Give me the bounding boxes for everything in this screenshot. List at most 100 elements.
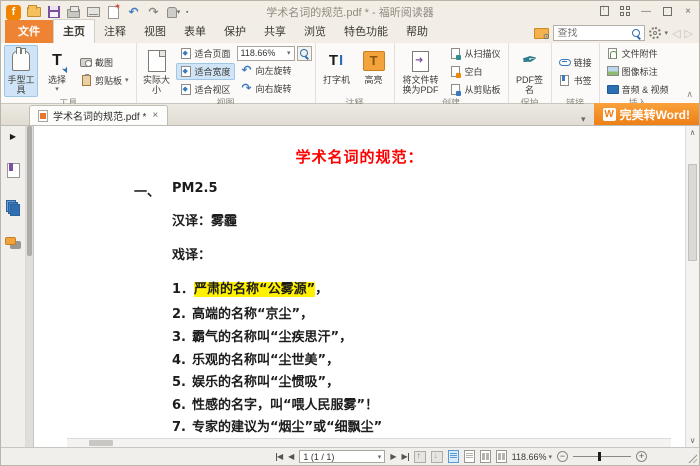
foxit-logo-icon[interactable]: f [6,5,21,20]
doc-list-item-3: 3.霸气的名称叫“尘疾思汗”， [172,326,352,345]
facing-layout-button[interactable] [480,450,491,463]
tab-features[interactable]: 特色功能 [335,20,397,43]
tab-share[interactable]: 共享 [255,20,295,43]
bookmarks-panel-icon[interactable] [7,163,20,178]
tab-file[interactable]: 文件 [5,20,53,43]
blank-pdf-button[interactable]: 空白 [446,63,505,80]
zoom-slider[interactable] [573,456,631,457]
typewriter-button[interactable]: TI 打字机 [319,45,355,97]
convert-to-word-button[interactable]: W 完美转Word! [594,103,699,125]
continuous-facing-layout-button[interactable] [496,450,507,463]
gear-icon[interactable] [649,27,661,39]
select-dropdown-caret: ▾ [55,85,59,95]
resize-grip[interactable] [687,453,697,463]
fit-visible-button[interactable]: 适合视区 [176,81,235,98]
next-view-button[interactable] [431,451,443,463]
select-tool-button[interactable]: T 选择 ▾ [40,45,74,97]
history-forward-icon[interactable]: ▷ [685,27,693,40]
create-pdf-button[interactable] [106,5,121,20]
continuous-layout-button[interactable] [464,450,475,463]
audio-video-button[interactable]: 音频 & 视频 [603,81,673,98]
gear-dropdown-caret[interactable]: ▾ [665,29,669,37]
tab-view[interactable]: 视图 [135,20,175,43]
customize-toolbar-button[interactable]: ▪ [186,9,188,16]
collapse-ribbon-button[interactable]: ∧ [686,89,693,100]
hand-tool-quick-button[interactable]: ▾ [166,5,181,20]
bookmark-button[interactable]: 书签 [555,72,596,89]
document-tab[interactable]: 学术名词的规范.pdf * × [29,105,168,125]
zoom-in-button[interactable]: + [636,451,647,462]
close-button[interactable]: × [681,4,695,18]
maximize-button[interactable] [660,4,674,18]
horizontal-scrollbar[interactable] [67,438,671,447]
tab-form[interactable]: 表单 [175,20,215,43]
convert-to-pdf-button[interactable]: 将文件转换为PDF [398,45,444,97]
fit-page-button[interactable]: 适合页面 [176,45,235,62]
previous-page-button[interactable]: ◀ [288,452,294,461]
actual-size-button[interactable]: 实际大小 [140,45,174,97]
zoom-level-dropdown[interactable]: 118.66% ▾ [237,46,295,61]
document-view[interactable]: 学术名词的规范： 一、 PM2.5 汉译：雾霾 戏译： 1．严肃的名称“公雾源”… [34,126,685,447]
search-input[interactable] [558,28,631,39]
from-scanner-button[interactable]: 从扫描仪 [446,45,505,62]
splitter-thumb[interactable] [27,126,32,256]
tab-comment[interactable]: 注释 [95,20,135,43]
doc-list-item-5: 5.娱乐的名称叫“尘惯吸”， [172,371,339,390]
single-page-layout-button[interactable] [448,450,459,463]
layout-switch-button[interactable] [618,4,632,18]
redo-button[interactable]: ↷ [146,5,161,20]
file-attachment-button[interactable]: 文件附件 [603,45,673,62]
scroll-down-icon[interactable]: ∨ [686,436,699,445]
rotate-right-button[interactable]: ↷ 向右旋转 [237,80,312,97]
last-page-button[interactable]: ▶ [401,452,408,461]
open-folder-icon [27,7,41,17]
previous-view-button[interactable] [414,451,426,463]
fit-width-button[interactable]: 适合宽度 [176,63,235,80]
zoom-slider-thumb[interactable] [598,452,601,461]
rotate-left-button[interactable]: ↶ 向左旋转 [237,62,312,79]
zoom-out-button[interactable]: − [557,451,568,462]
first-page-button[interactable]: ◀ [276,452,283,461]
comments-panel-icon[interactable] [5,237,21,251]
hand-tool-label: 手型工具 [5,75,37,95]
save-button[interactable] [46,5,61,20]
undo-button[interactable]: ↶ [126,5,141,20]
tab-home[interactable]: 主页 [53,19,95,43]
share-button[interactable] [597,4,611,18]
from-clipboard-button[interactable]: 从剪贴板 [446,81,505,98]
marquee-zoom-button[interactable] [297,46,312,61]
clipboard-button[interactable]: 剪贴板 ▾ [76,72,133,89]
next-page-button[interactable]: ▶ [390,452,396,461]
tab-protect[interactable]: 保护 [215,20,255,43]
folder-search-icon[interactable] [534,28,549,39]
pages-panel-icon[interactable] [6,200,20,215]
sidebar-splitter[interactable] [26,126,34,447]
print-button[interactable] [66,5,81,20]
hand-tool-button[interactable]: 手型工具 [4,45,38,97]
snapshot-button[interactable]: 截图 [76,54,133,71]
signature-pen-icon: ✒ [520,48,540,74]
minimize-button[interactable]: — [639,4,653,18]
vertical-scrollbar[interactable]: ∧ ∨ [685,126,699,447]
highlight-button[interactable]: T 高亮 [357,45,391,97]
email-button[interactable] [86,5,101,20]
sidebar-expand-icon[interactable]: ▶ [10,132,16,141]
open-file-button[interactable] [26,5,41,20]
document-tab-close-icon[interactable]: × [151,110,159,121]
image-annotation-button[interactable]: 图像标注 [603,63,673,80]
status-zoom-value[interactable]: 118.66% ▾ [512,452,552,462]
tab-list-dropdown[interactable]: ▾ [573,114,594,125]
tab-help[interactable]: 帮助 [397,20,437,43]
scroll-up-icon[interactable]: ∧ [686,128,699,137]
ribbon-group-link: 链接 书签 链接 [552,43,600,103]
horizontal-scrollbar-thumb[interactable] [89,440,113,446]
tab-browse[interactable]: 浏览 [295,20,335,43]
pdf-sign-button[interactable]: ✒ PDF签名 [512,45,548,97]
camera-icon [80,56,92,68]
history-back-icon[interactable]: ◁ [672,27,680,40]
image-annotation-label: 图像标注 [622,65,658,78]
page-number-box[interactable]: 1 (1 / 1) ▾ [299,450,385,463]
search-icon[interactable] [631,28,642,39]
vertical-scrollbar-thumb[interactable] [688,164,697,261]
link-button[interactable]: 链接 [555,54,596,71]
